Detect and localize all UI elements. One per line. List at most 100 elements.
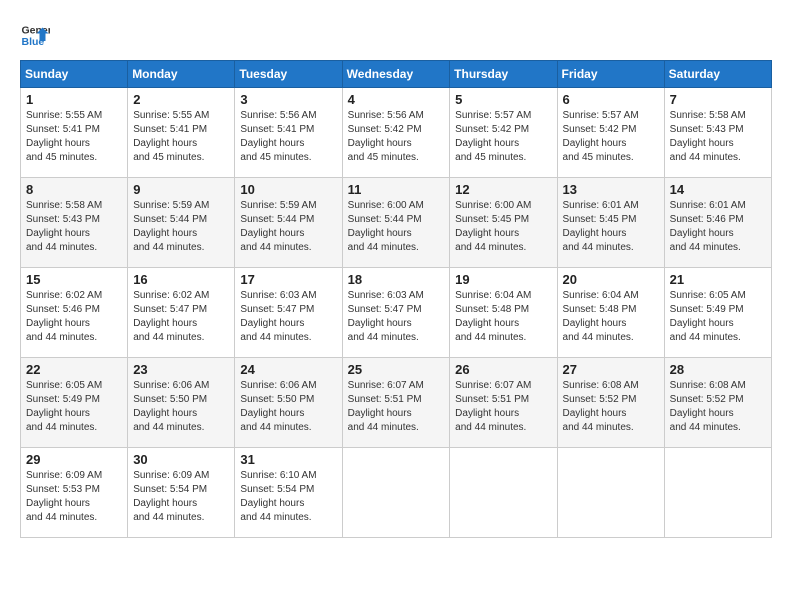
calendar-week-row: 22 Sunrise: 6:05 AM Sunset: 5:49 PM Dayl… bbox=[21, 358, 772, 448]
calendar-cell: 9 Sunrise: 5:59 AM Sunset: 5:44 PM Dayli… bbox=[128, 178, 235, 268]
day-info: Sunrise: 5:57 AM Sunset: 5:42 PM Dayligh… bbox=[455, 109, 551, 165]
day-number: 25 bbox=[348, 362, 445, 377]
day-number: 26 bbox=[455, 362, 551, 377]
calendar-week-row: 15 Sunrise: 6:02 AM Sunset: 5:46 PM Dayl… bbox=[21, 268, 772, 358]
weekday-header-row: SundayMondayTuesdayWednesdayThursdayFrid… bbox=[21, 61, 772, 88]
calendar-cell: 13 Sunrise: 6:01 AM Sunset: 5:45 PM Dayl… bbox=[557, 178, 664, 268]
day-number: 4 bbox=[348, 92, 445, 107]
day-info: Sunrise: 5:59 AM Sunset: 5:44 PM Dayligh… bbox=[240, 199, 336, 255]
calendar-cell: 31 Sunrise: 6:10 AM Sunset: 5:54 PM Dayl… bbox=[235, 448, 342, 538]
day-info: Sunrise: 6:04 AM Sunset: 5:48 PM Dayligh… bbox=[563, 289, 659, 345]
calendar-cell: 18 Sunrise: 6:03 AM Sunset: 5:47 PM Dayl… bbox=[342, 268, 450, 358]
calendar-cell: 7 Sunrise: 5:58 AM Sunset: 5:43 PM Dayli… bbox=[664, 88, 771, 178]
calendar-cell: 1 Sunrise: 5:55 AM Sunset: 5:41 PM Dayli… bbox=[21, 88, 128, 178]
day-info: Sunrise: 6:04 AM Sunset: 5:48 PM Dayligh… bbox=[455, 289, 551, 345]
calendar-cell bbox=[664, 448, 771, 538]
day-info: Sunrise: 6:06 AM Sunset: 5:50 PM Dayligh… bbox=[133, 379, 229, 435]
day-info: Sunrise: 6:10 AM Sunset: 5:54 PM Dayligh… bbox=[240, 469, 336, 525]
day-number: 15 bbox=[26, 272, 122, 287]
day-number: 23 bbox=[133, 362, 229, 377]
calendar-cell: 5 Sunrise: 5:57 AM Sunset: 5:42 PM Dayli… bbox=[450, 88, 557, 178]
calendar-cell bbox=[342, 448, 450, 538]
day-number: 10 bbox=[240, 182, 336, 197]
day-number: 13 bbox=[563, 182, 659, 197]
day-info: Sunrise: 6:08 AM Sunset: 5:52 PM Dayligh… bbox=[670, 379, 766, 435]
calendar-cell: 30 Sunrise: 6:09 AM Sunset: 5:54 PM Dayl… bbox=[128, 448, 235, 538]
calendar-week-row: 1 Sunrise: 5:55 AM Sunset: 5:41 PM Dayli… bbox=[21, 88, 772, 178]
day-number: 22 bbox=[26, 362, 122, 377]
weekday-header-thursday: Thursday bbox=[450, 61, 557, 88]
calendar-cell: 21 Sunrise: 6:05 AM Sunset: 5:49 PM Dayl… bbox=[664, 268, 771, 358]
day-info: Sunrise: 6:02 AM Sunset: 5:47 PM Dayligh… bbox=[133, 289, 229, 345]
day-info: Sunrise: 6:07 AM Sunset: 5:51 PM Dayligh… bbox=[455, 379, 551, 435]
page-header: General Blue bbox=[20, 20, 772, 50]
day-info: Sunrise: 6:03 AM Sunset: 5:47 PM Dayligh… bbox=[348, 289, 445, 345]
day-info: Sunrise: 6:06 AM Sunset: 5:50 PM Dayligh… bbox=[240, 379, 336, 435]
day-info: Sunrise: 6:00 AM Sunset: 5:45 PM Dayligh… bbox=[455, 199, 551, 255]
calendar-cell: 26 Sunrise: 6:07 AM Sunset: 5:51 PM Dayl… bbox=[450, 358, 557, 448]
weekday-header-wednesday: Wednesday bbox=[342, 61, 450, 88]
calendar-week-row: 29 Sunrise: 6:09 AM Sunset: 5:53 PM Dayl… bbox=[21, 448, 772, 538]
weekday-header-friday: Friday bbox=[557, 61, 664, 88]
day-info: Sunrise: 6:03 AM Sunset: 5:47 PM Dayligh… bbox=[240, 289, 336, 345]
day-number: 28 bbox=[670, 362, 766, 377]
day-number: 6 bbox=[563, 92, 659, 107]
calendar-cell: 15 Sunrise: 6:02 AM Sunset: 5:46 PM Dayl… bbox=[21, 268, 128, 358]
day-info: Sunrise: 5:58 AM Sunset: 5:43 PM Dayligh… bbox=[670, 109, 766, 165]
calendar-cell: 3 Sunrise: 5:56 AM Sunset: 5:41 PM Dayli… bbox=[235, 88, 342, 178]
calendar-cell: 10 Sunrise: 5:59 AM Sunset: 5:44 PM Dayl… bbox=[235, 178, 342, 268]
day-number: 20 bbox=[563, 272, 659, 287]
calendar-cell: 19 Sunrise: 6:04 AM Sunset: 5:48 PM Dayl… bbox=[450, 268, 557, 358]
day-info: Sunrise: 6:05 AM Sunset: 5:49 PM Dayligh… bbox=[26, 379, 122, 435]
calendar-cell: 16 Sunrise: 6:02 AM Sunset: 5:47 PM Dayl… bbox=[128, 268, 235, 358]
calendar-table: SundayMondayTuesdayWednesdayThursdayFrid… bbox=[20, 60, 772, 538]
calendar-cell: 4 Sunrise: 5:56 AM Sunset: 5:42 PM Dayli… bbox=[342, 88, 450, 178]
calendar-cell: 27 Sunrise: 6:08 AM Sunset: 5:52 PM Dayl… bbox=[557, 358, 664, 448]
calendar-cell: 6 Sunrise: 5:57 AM Sunset: 5:42 PM Dayli… bbox=[557, 88, 664, 178]
day-number: 5 bbox=[455, 92, 551, 107]
day-number: 16 bbox=[133, 272, 229, 287]
day-info: Sunrise: 6:01 AM Sunset: 5:46 PM Dayligh… bbox=[670, 199, 766, 255]
day-number: 1 bbox=[26, 92, 122, 107]
calendar-cell: 11 Sunrise: 6:00 AM Sunset: 5:44 PM Dayl… bbox=[342, 178, 450, 268]
day-number: 17 bbox=[240, 272, 336, 287]
day-number: 11 bbox=[348, 182, 445, 197]
calendar-cell: 28 Sunrise: 6:08 AM Sunset: 5:52 PM Dayl… bbox=[664, 358, 771, 448]
day-number: 7 bbox=[670, 92, 766, 107]
day-number: 18 bbox=[348, 272, 445, 287]
calendar-cell: 8 Sunrise: 5:58 AM Sunset: 5:43 PM Dayli… bbox=[21, 178, 128, 268]
day-info: Sunrise: 5:59 AM Sunset: 5:44 PM Dayligh… bbox=[133, 199, 229, 255]
day-info: Sunrise: 5:56 AM Sunset: 5:42 PM Dayligh… bbox=[348, 109, 445, 165]
logo: General Blue bbox=[20, 20, 50, 50]
day-number: 12 bbox=[455, 182, 551, 197]
logo-icon: General Blue bbox=[20, 20, 50, 50]
calendar-cell bbox=[450, 448, 557, 538]
day-info: Sunrise: 5:56 AM Sunset: 5:41 PM Dayligh… bbox=[240, 109, 336, 165]
calendar-cell bbox=[557, 448, 664, 538]
calendar-cell: 25 Sunrise: 6:07 AM Sunset: 5:51 PM Dayl… bbox=[342, 358, 450, 448]
weekday-header-tuesday: Tuesday bbox=[235, 61, 342, 88]
day-number: 9 bbox=[133, 182, 229, 197]
calendar-cell: 23 Sunrise: 6:06 AM Sunset: 5:50 PM Dayl… bbox=[128, 358, 235, 448]
calendar-cell: 22 Sunrise: 6:05 AM Sunset: 5:49 PM Dayl… bbox=[21, 358, 128, 448]
day-number: 24 bbox=[240, 362, 336, 377]
day-info: Sunrise: 6:09 AM Sunset: 5:54 PM Dayligh… bbox=[133, 469, 229, 525]
calendar-cell: 12 Sunrise: 6:00 AM Sunset: 5:45 PM Dayl… bbox=[450, 178, 557, 268]
calendar-cell: 29 Sunrise: 6:09 AM Sunset: 5:53 PM Dayl… bbox=[21, 448, 128, 538]
weekday-header-saturday: Saturday bbox=[664, 61, 771, 88]
day-number: 19 bbox=[455, 272, 551, 287]
day-number: 29 bbox=[26, 452, 122, 467]
day-number: 30 bbox=[133, 452, 229, 467]
day-number: 31 bbox=[240, 452, 336, 467]
day-info: Sunrise: 6:08 AM Sunset: 5:52 PM Dayligh… bbox=[563, 379, 659, 435]
weekday-header-sunday: Sunday bbox=[21, 61, 128, 88]
calendar-week-row: 8 Sunrise: 5:58 AM Sunset: 5:43 PM Dayli… bbox=[21, 178, 772, 268]
day-info: Sunrise: 5:55 AM Sunset: 5:41 PM Dayligh… bbox=[26, 109, 122, 165]
calendar-cell: 14 Sunrise: 6:01 AM Sunset: 5:46 PM Dayl… bbox=[664, 178, 771, 268]
day-info: Sunrise: 5:58 AM Sunset: 5:43 PM Dayligh… bbox=[26, 199, 122, 255]
day-info: Sunrise: 5:57 AM Sunset: 5:42 PM Dayligh… bbox=[563, 109, 659, 165]
day-info: Sunrise: 5:55 AM Sunset: 5:41 PM Dayligh… bbox=[133, 109, 229, 165]
day-number: 14 bbox=[670, 182, 766, 197]
day-number: 21 bbox=[670, 272, 766, 287]
day-number: 2 bbox=[133, 92, 229, 107]
